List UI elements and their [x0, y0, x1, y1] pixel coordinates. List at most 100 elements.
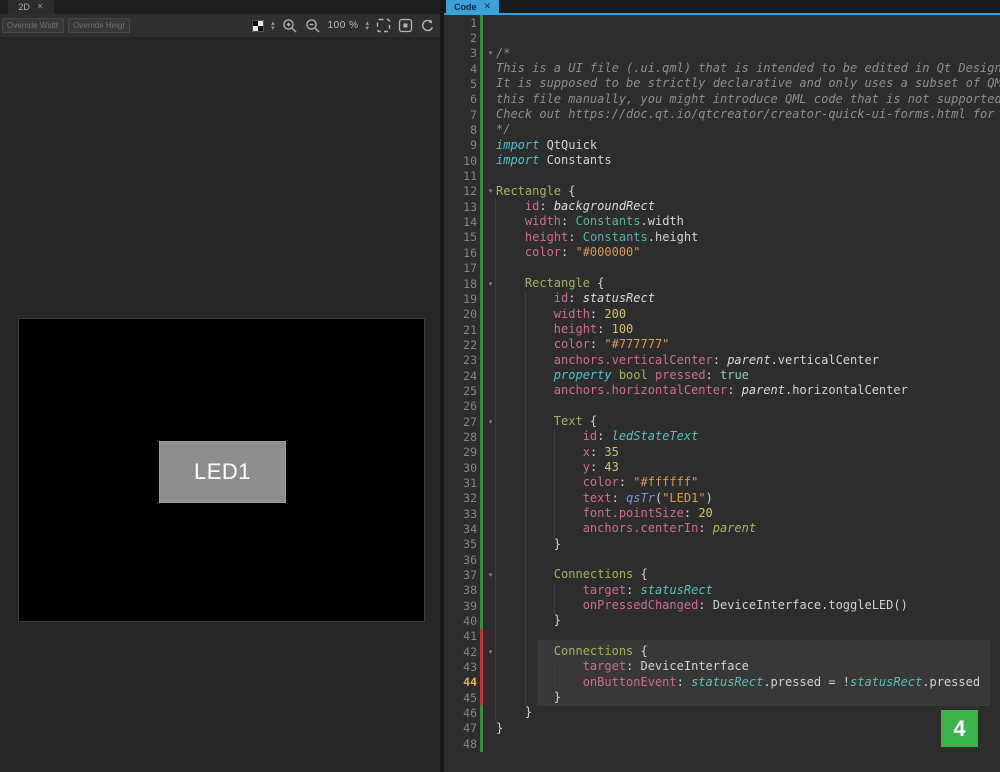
- code-line[interactable]: property bool pressed: true: [496, 368, 1000, 383]
- background-stepper-icon[interactable]: ▴▾: [271, 21, 275, 31]
- fold-marker-icon[interactable]: ▾: [485, 280, 496, 288]
- code-line[interactable]: import QtQuick: [496, 138, 1000, 153]
- code-line[interactable]: target: DeviceInterface: [496, 659, 1000, 674]
- gutter-row[interactable]: 14: [444, 214, 496, 229]
- gutter-row[interactable]: 44: [444, 675, 496, 690]
- code-line[interactable]: Connections {: [496, 644, 1000, 659]
- code-line[interactable]: [496, 261, 1000, 276]
- code-line[interactable]: onButtonEvent: statusRect.pressed = !sta…: [496, 675, 1000, 690]
- gutter-row[interactable]: 8: [444, 122, 496, 137]
- tab-code[interactable]: Code ✕: [446, 0, 499, 13]
- code-line[interactable]: It is supposed to be strictly declarativ…: [496, 76, 1000, 91]
- gutter-row[interactable]: 24: [444, 368, 496, 383]
- gutter-row[interactable]: 40: [444, 613, 496, 628]
- gutter-row[interactable]: 34: [444, 521, 496, 536]
- code-line[interactable]: width: 200: [496, 307, 1000, 322]
- code-line[interactable]: This is a UI file (.ui.qml) that is inte…: [496, 61, 1000, 76]
- gutter-row[interactable]: 6: [444, 92, 496, 107]
- gutter-row[interactable]: 17: [444, 261, 496, 276]
- code-line[interactable]: this file manually, you might introduce …: [496, 92, 1000, 107]
- gutter-row[interactable]: 48: [444, 736, 496, 751]
- gutter-row[interactable]: 15: [444, 230, 496, 245]
- text-editor[interactable]: 123▾456789101112▾131415161718▾1920212223…: [444, 15, 1000, 772]
- fold-marker-icon[interactable]: ▾: [485, 187, 496, 195]
- code-line[interactable]: Text {: [496, 414, 1000, 429]
- code-line[interactable]: Rectangle {: [496, 184, 1000, 199]
- gutter-row[interactable]: 36: [444, 552, 496, 567]
- code-line[interactable]: Check out https://doc.qt.io/qtcreator/cr…: [496, 107, 1000, 122]
- code-line[interactable]: [496, 15, 1000, 30]
- zoom-stepper-icon[interactable]: ▴▾: [365, 21, 369, 31]
- code-line[interactable]: [496, 399, 1000, 414]
- gutter[interactable]: 123▾456789101112▾131415161718▾1920212223…: [444, 15, 496, 752]
- gutter-row[interactable]: 19: [444, 291, 496, 306]
- gutter-row[interactable]: 12▾: [444, 184, 496, 199]
- gutter-row[interactable]: 22: [444, 337, 496, 352]
- gutter-row[interactable]: 33: [444, 506, 496, 521]
- zoom-out-icon[interactable]: [305, 17, 321, 35]
- code-line[interactable]: anchors.verticalCenter: parent.verticalC…: [496, 353, 1000, 368]
- gutter-row[interactable]: 47: [444, 721, 496, 736]
- gutter-row[interactable]: 25: [444, 383, 496, 398]
- gutter-row[interactable]: 37▾: [444, 567, 496, 582]
- code-line[interactable]: }: [496, 705, 1000, 720]
- gutter-row[interactable]: 26: [444, 399, 496, 414]
- code-line[interactable]: [496, 629, 1000, 644]
- code-line[interactable]: import Constants: [496, 153, 1000, 168]
- gutter-row[interactable]: 45: [444, 690, 496, 705]
- gutter-row[interactable]: 16: [444, 245, 496, 260]
- gutter-row[interactable]: 29: [444, 445, 496, 460]
- gutter-row[interactable]: 27▾: [444, 414, 496, 429]
- code-line[interactable]: [496, 168, 1000, 183]
- fit-selection-icon[interactable]: [376, 17, 391, 35]
- code-line[interactable]: [496, 30, 1000, 45]
- gutter-row[interactable]: 38: [444, 583, 496, 598]
- close-icon[interactable]: ✕: [484, 2, 492, 11]
- gutter-row[interactable]: 4: [444, 61, 496, 76]
- gutter-row[interactable]: 1: [444, 15, 496, 30]
- code-line[interactable]: y: 43: [496, 460, 1000, 475]
- code-line[interactable]: Connections {: [496, 567, 1000, 582]
- code-line[interactable]: Rectangle {: [496, 276, 1000, 291]
- gutter-row[interactable]: 39: [444, 598, 496, 613]
- override-width-input[interactable]: [2, 18, 64, 33]
- gutter-row[interactable]: 2: [444, 30, 496, 45]
- gutter-row[interactable]: 43: [444, 659, 496, 674]
- fold-marker-icon[interactable]: ▾: [485, 49, 496, 57]
- code-line[interactable]: }: [496, 537, 1000, 552]
- code-lines[interactable]: /*This is a UI file (.ui.qml) that is in…: [496, 15, 1000, 752]
- gutter-row[interactable]: 30: [444, 460, 496, 475]
- gutter-row[interactable]: 3▾: [444, 46, 496, 61]
- fold-marker-icon[interactable]: ▾: [485, 571, 496, 579]
- code-line[interactable]: onPressedChanged: DeviceInterface.toggle…: [496, 598, 1000, 613]
- code-line[interactable]: /*: [496, 46, 1000, 61]
- gutter-row[interactable]: 23: [444, 353, 496, 368]
- code-line[interactable]: target: statusRect: [496, 583, 1000, 598]
- gutter-row[interactable]: 35: [444, 537, 496, 552]
- led-status-rect[interactable]: LED1: [159, 441, 286, 503]
- code-line[interactable]: */: [496, 122, 1000, 137]
- gutter-row[interactable]: 41: [444, 629, 496, 644]
- code-line[interactable]: }: [496, 690, 1000, 705]
- code-line[interactable]: anchors.centerIn: parent: [496, 521, 1000, 536]
- fold-marker-icon[interactable]: ▾: [485, 418, 496, 426]
- gutter-row[interactable]: 32: [444, 491, 496, 506]
- code-line[interactable]: height: Constants.height: [496, 230, 1000, 245]
- reset-view-icon[interactable]: [420, 17, 435, 35]
- code-line[interactable]: }: [496, 721, 1000, 736]
- gutter-row[interactable]: 7: [444, 107, 496, 122]
- zoom-level-value[interactable]: 100 %: [328, 20, 359, 31]
- code-line[interactable]: [496, 736, 1000, 751]
- gutter-row[interactable]: 31: [444, 475, 496, 490]
- tab-2d[interactable]: 2D ✕: [8, 0, 54, 14]
- fold-marker-icon[interactable]: ▾: [485, 648, 496, 656]
- gutter-row[interactable]: 42▾: [444, 644, 496, 659]
- gutter-row[interactable]: 21: [444, 322, 496, 337]
- gutter-row[interactable]: 28: [444, 429, 496, 444]
- override-height-input[interactable]: [68, 18, 130, 33]
- gutter-row[interactable]: 20: [444, 307, 496, 322]
- code-line[interactable]: color: "#ffffff": [496, 475, 1000, 490]
- code-line[interactable]: [496, 552, 1000, 567]
- code-line[interactable]: x: 35: [496, 445, 1000, 460]
- code-line[interactable]: color: "#000000": [496, 245, 1000, 260]
